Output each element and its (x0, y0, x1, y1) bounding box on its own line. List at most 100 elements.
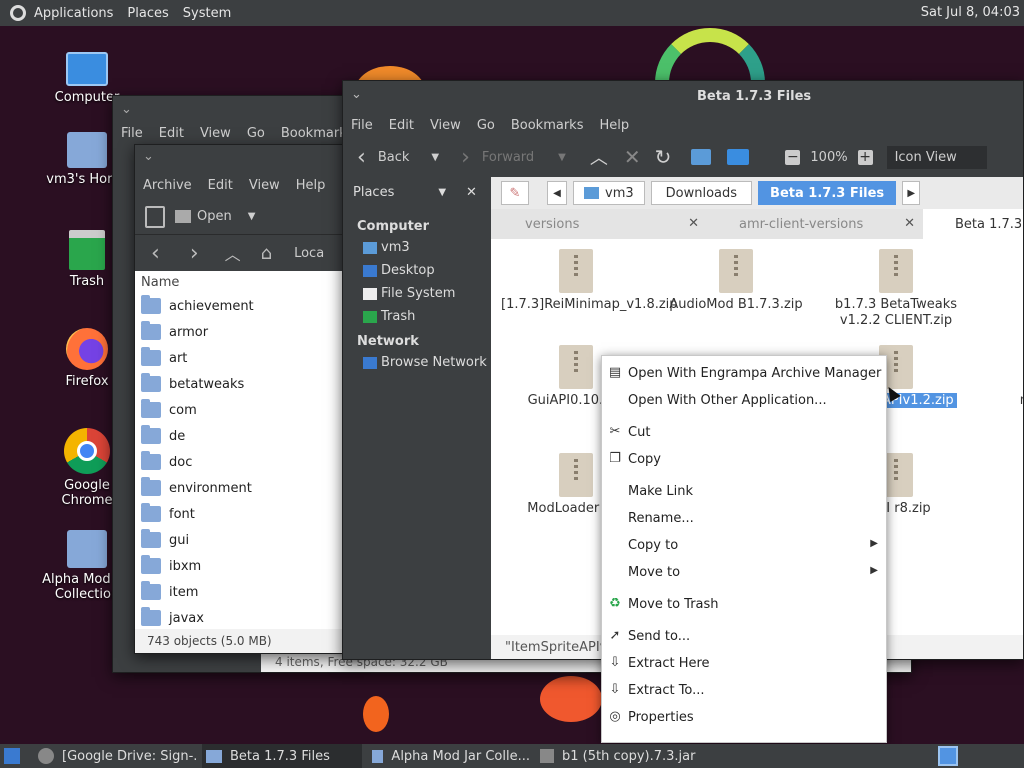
context-menu-item-open-with-other-application[interactable]: Open With Other Application... (602, 387, 886, 414)
context-menu-item-extract-to[interactable]: ⇩ Extract To... (602, 677, 886, 704)
taskbar-item-google-drive[interactable]: [Google Drive: Sign-... (62, 744, 198, 768)
chevron-down-icon[interactable]: ⌄ (351, 87, 362, 102)
sidebar-item-trash[interactable]: Trash (343, 305, 491, 328)
open-button[interactable]: Open ▼ (175, 209, 255, 224)
file-item[interactable]: [1.7.3]ReiMinimap_v1.8.zip (501, 249, 678, 313)
file-item[interactable]: Tool (971, 453, 1023, 517)
file-item[interactable]: AudioMod B1.7.3.zip (661, 249, 811, 313)
context-menu-item-cut[interactable]: ✂ Cut (602, 419, 886, 446)
menu-edit[interactable]: Edit (200, 178, 241, 193)
context-menu-item-extract-here[interactable]: ⇩ Extract Here (602, 650, 886, 677)
list-item[interactable]: item (135, 579, 363, 605)
window-archive-manager[interactable]: ⌄ Archive Edit View Help Open ▼ ‹ › ︿ ⌂ L… (134, 144, 364, 654)
menu-places[interactable]: Places (127, 6, 168, 21)
forward-arrow-icon[interactable]: › (190, 241, 199, 266)
context-menu-item-move-to[interactable]: Move to ▶ (602, 559, 886, 586)
menu-bookmarks[interactable]: Bookmarks (503, 118, 592, 133)
sidebar-item-vm3[interactable]: vm3 (343, 236, 491, 259)
menu-file[interactable]: File (343, 118, 381, 133)
list-item[interactable]: armor (135, 319, 363, 345)
menu-file[interactable]: File (113, 126, 151, 141)
sidebar-item-file-system[interactable]: File System (343, 282, 491, 305)
context-menu-item-properties[interactable]: ◎ Properties (602, 704, 886, 731)
menu-applications[interactable]: Applications (34, 6, 113, 21)
show-desktop-icon[interactable] (4, 748, 20, 764)
back-history-dropdown[interactable]: ▼ (431, 152, 439, 163)
home-folder-icon[interactable] (691, 149, 712, 165)
menu-edit[interactable]: Edit (151, 126, 192, 141)
back-arrow-icon[interactable]: ‹ (151, 241, 160, 266)
chevron-down-icon[interactable]: ⌄ (143, 149, 154, 164)
list-item[interactable]: font (135, 501, 363, 527)
context-menu-item-move-to-trash[interactable]: ♻ Move to Trash (602, 591, 886, 618)
list-item[interactable]: com (135, 397, 363, 423)
view-mode-select[interactable]: Icon View (886, 145, 987, 169)
context-menu-item-open-with-engrampa-archive-manager[interactable]: ▤ Open With Engrampa Archive Manager (602, 360, 886, 387)
forward-button[interactable]: › Forward (461, 145, 534, 170)
zoom-in-icon[interactable]: + (857, 149, 873, 165)
close-icon[interactable]: ✕ (688, 216, 699, 231)
chrome-icon[interactable] (38, 748, 54, 764)
tab-beta-files[interactable]: Beta 1.7.3 Files (923, 209, 1023, 239)
edit-location-icon[interactable]: ✎ (501, 181, 529, 205)
list-item[interactable]: gui (135, 527, 363, 553)
menu-help[interactable]: Help (288, 178, 334, 193)
list-item[interactable]: art (135, 345, 363, 371)
close-icon[interactable]: ✕ (466, 185, 477, 200)
tab-versions[interactable]: versions ✕ (491, 209, 707, 239)
back-button[interactable]: ‹ Back (357, 145, 409, 170)
menu-edit[interactable]: Edit (381, 118, 422, 133)
sidebar-item-desktop[interactable]: Desktop (343, 259, 491, 282)
chevron-down-icon[interactable]: ⌄ (121, 102, 132, 117)
list-item[interactable]: achievement (135, 293, 363, 319)
computer-icon[interactable] (727, 149, 750, 165)
list-item[interactable]: de (135, 423, 363, 449)
zoom-out-icon[interactable]: − (785, 149, 801, 165)
menu-view[interactable]: View (241, 178, 288, 193)
menu-go[interactable]: Go (469, 118, 503, 133)
file-item[interactable]: m client (971, 345, 1023, 409)
taskbar-item-beta-files[interactable]: Beta 1.7.3 Files (202, 744, 362, 768)
list-item[interactable]: betatweaks (135, 371, 363, 397)
taskbar-item-jar[interactable]: b1 (5th copy).7.3.jar (536, 744, 716, 768)
stop-icon[interactable]: ✕ (624, 145, 641, 169)
context-menu-item-copy-to[interactable]: Copy to ▶ (602, 532, 886, 559)
breadcrumb-vm3[interactable]: vm3 (573, 181, 645, 205)
list-item[interactable]: javax (135, 605, 363, 629)
tab-amr-client-versions[interactable]: amr-client-versions ✕ (707, 209, 923, 239)
file-item[interactable]: BitD (971, 249, 1023, 313)
home-icon[interactable]: ⌂ (261, 243, 272, 264)
context-menu-item-send-to[interactable]: ➚ Send to... (602, 623, 886, 650)
list-item[interactable]: ibxm (135, 553, 363, 579)
distro-logo-icon[interactable] (10, 5, 26, 21)
menu-view[interactable]: View (422, 118, 469, 133)
sidebar-item-browse-network[interactable]: Browse Network (343, 351, 491, 374)
close-icon[interactable]: ✕ (904, 216, 915, 231)
workspace-switcher[interactable] (938, 746, 958, 766)
list-item[interactable]: environment (135, 475, 363, 501)
menu-view[interactable]: View (192, 126, 239, 141)
path-back-icon[interactable]: ◀ (547, 181, 567, 205)
path-forward-icon[interactable]: ▶ (902, 181, 921, 205)
menu-go[interactable]: Go (239, 126, 273, 141)
breadcrumb-downloads[interactable]: Downloads (650, 181, 753, 205)
up-arrow-icon[interactable]: ︿ (590, 144, 608, 170)
sidebar-mode-label[interactable]: Places (353, 185, 394, 200)
context-menu-item-rename[interactable]: Rename... (602, 505, 886, 532)
breadcrumb-current[interactable]: Beta 1.7.3 Files (758, 181, 897, 205)
menu-archive[interactable]: Archive (135, 178, 200, 193)
reload-icon[interactable]: ↻ (655, 145, 672, 169)
chevron-down-icon[interactable]: ▼ (438, 187, 446, 198)
context-menu-item-copy[interactable]: ❐ Copy (602, 446, 886, 473)
taskbar-item-alpha-mod[interactable]: Alpha Mod Jar Colle... (368, 744, 530, 768)
menu-system[interactable]: System (183, 6, 231, 21)
file-item[interactable]: b1.7.3 BetaTweaks v1.2.2 CLIENT.zip (821, 249, 971, 329)
list-item[interactable]: doc (135, 449, 363, 475)
context-menu-item-make-link[interactable]: Make Link (602, 478, 886, 505)
up-arrow-icon[interactable]: ︿ (225, 241, 241, 265)
forward-history-dropdown[interactable]: ▼ (558, 152, 566, 163)
menu-help[interactable]: Help (591, 118, 637, 133)
new-archive-icon[interactable] (145, 205, 165, 228)
column-header-name[interactable]: Name (135, 271, 363, 293)
clock[interactable]: Sat Jul 8, 04:03 (921, 5, 1020, 20)
